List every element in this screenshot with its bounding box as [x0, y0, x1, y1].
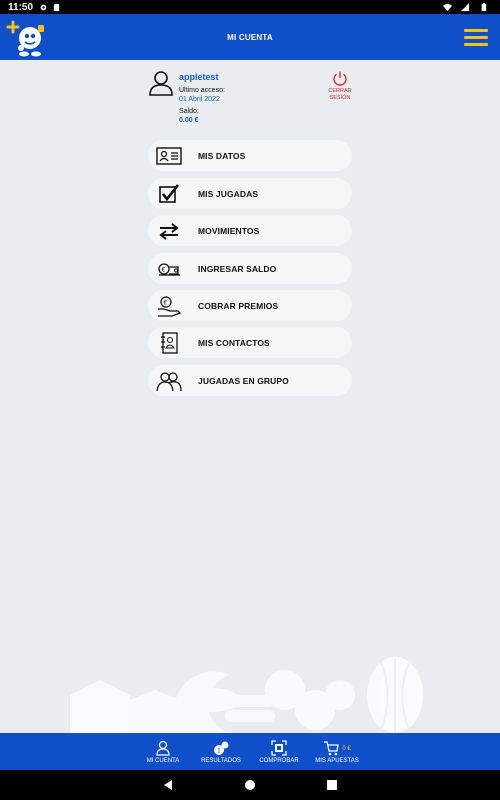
power-icon: [333, 71, 347, 86]
qr-scan-icon: [271, 739, 287, 756]
nav-label: MI CUENTA: [146, 757, 180, 764]
lottery-balls-icon: 1: [214, 741, 229, 755]
balance-value: 0.00 €: [179, 117, 199, 124]
menu-item-label: MOVIMIENTOS: [198, 225, 260, 236]
menu-item-label: INGRESAR SALDO: [198, 263, 277, 274]
sd-card-icon: [53, 3, 60, 11]
menu-item-jugadas-en-grupo[interactable]: JUGADAS EN GRUPO: [148, 365, 352, 396]
settings-gear-icon: [40, 4, 47, 10]
home-icon[interactable]: [244, 779, 256, 791]
menu-item-label: MIS DATOS: [198, 150, 246, 161]
decorative-lottery-illustration: [70, 657, 423, 733]
logout-label-line1: CERRAR: [328, 88, 352, 94]
page-title: MI CUENTA: [227, 32, 273, 42]
recents-icon[interactable]: [326, 779, 338, 791]
menu-item-movimientos[interactable]: MOVIMIENTOS: [148, 215, 352, 246]
id-card-icon: [156, 145, 182, 167]
bottom-navigation: MI CUENTA 1 RESULTADOS COMPROBAR 0 € MIS…: [0, 733, 500, 770]
contacts-book-icon: [156, 331, 182, 354]
nav-label: COMPROBAR: [259, 757, 299, 764]
nav-resultados[interactable]: 1 RESULTADOS: [192, 733, 250, 770]
menu-item-label: COBRAR PREMIOS: [198, 300, 279, 311]
username: appletest: [179, 72, 219, 82]
menu-item-label: MIS JUGADAS: [198, 188, 259, 199]
nav-comprobar[interactable]: COMPROBAR: [250, 733, 308, 770]
money-deposit-icon: €: [156, 258, 182, 280]
group-icon: [156, 370, 182, 392]
android-nav-bar: [0, 770, 500, 800]
checkbox-icon: [156, 183, 182, 205]
transfer-arrows-icon: [156, 220, 182, 242]
user-icon: [156, 740, 170, 756]
nav-label: RESULTADOS: [201, 757, 241, 764]
last-access-value: 01 Abril 2022: [179, 96, 220, 103]
status-bar: 11:50: [0, 0, 500, 14]
last-access-label: Último acceso:: [179, 87, 225, 94]
logout-button[interactable]: CERRAR SESIÓN: [322, 70, 358, 102]
cart-amount: 0 €: [342, 745, 351, 752]
menu-item-ingresar-saldo[interactable]: € INGRESAR SALDO: [148, 253, 352, 284]
back-icon[interactable]: [162, 779, 174, 791]
user-avatar-icon: [149, 71, 173, 96]
status-time: 11:50: [8, 1, 34, 13]
nav-label: MIS APUESTAS: [315, 757, 359, 764]
mascot-logo-icon[interactable]: [6, 18, 50, 58]
svg-text:€: €: [162, 266, 166, 273]
svg-text:1: 1: [217, 747, 221, 754]
hamburger-menu-icon[interactable]: [464, 29, 488, 46]
menu-item-mis-datos[interactable]: MIS DATOS: [148, 140, 352, 171]
battery-icon: [481, 2, 487, 11]
menu-item-mis-jugadas[interactable]: MIS JUGADAS: [148, 178, 352, 209]
app-header: MI CUENTA: [0, 14, 500, 60]
menu-item-label: JUGADAS EN GRUPO: [198, 375, 289, 386]
menu-item-mis-contactos[interactable]: MIS CONTACTOS: [148, 327, 352, 358]
menu-item-label: MIS CONTACTOS: [198, 337, 270, 348]
menu-item-cobrar-premios[interactable]: € COBRAR PREMIOS: [148, 290, 352, 321]
collect-prize-icon: €: [156, 295, 182, 317]
signal-icon: [461, 2, 470, 11]
user-info: appletest Último acceso: 01 Abril 2022 S…: [148, 70, 358, 130]
balance-label: Saldo:: [179, 108, 199, 115]
logout-label-line2: SESIÓN: [329, 95, 351, 101]
nav-mi-cuenta[interactable]: MI CUENTA: [134, 733, 192, 770]
svg-text:€: €: [164, 299, 168, 306]
wifi-icon: [443, 3, 452, 11]
nav-mis-apuestas[interactable]: 0 € MIS APUESTAS: [308, 733, 366, 770]
cart-icon: [324, 740, 340, 755]
